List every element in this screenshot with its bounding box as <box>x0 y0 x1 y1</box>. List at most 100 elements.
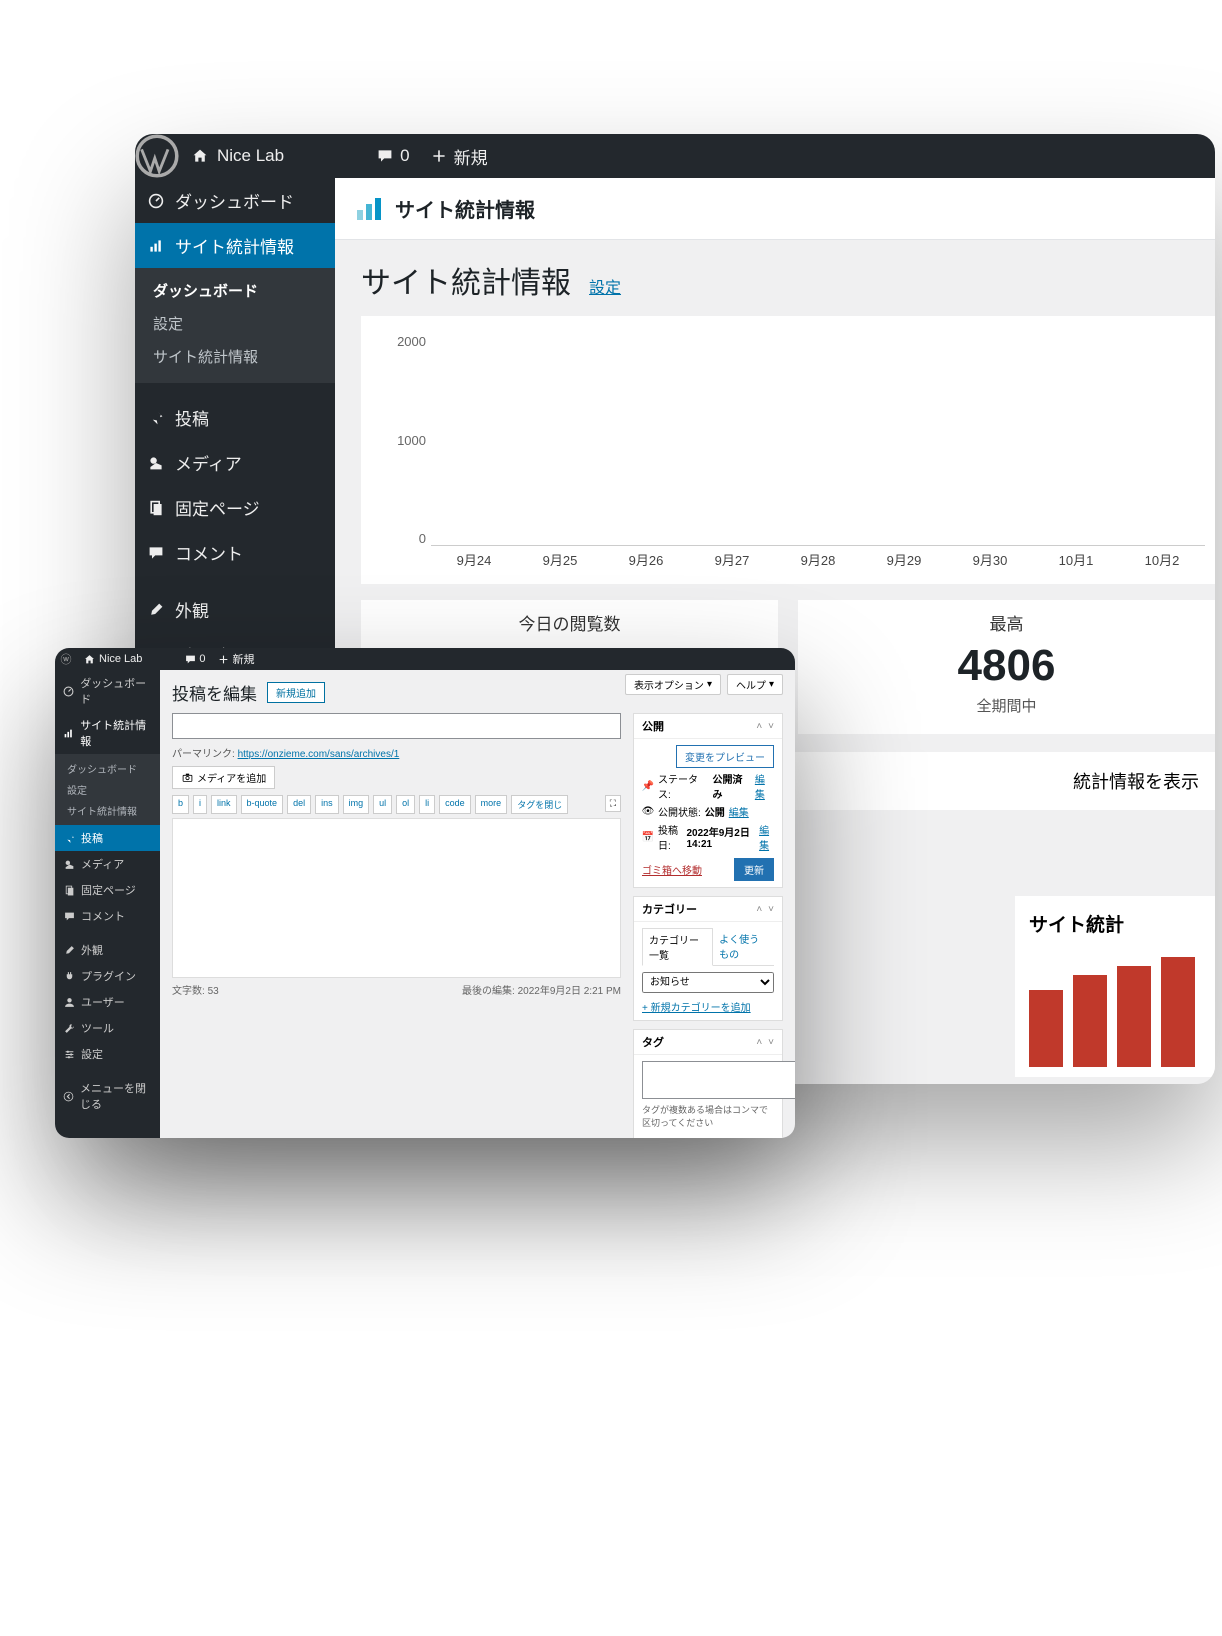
add-category-link[interactable]: + 新規カテゴリーを追加 <box>642 1003 751 1014</box>
toolbar-button-img[interactable]: img <box>343 795 370 814</box>
plus-icon <box>218 653 230 665</box>
site-home-link[interactable]: Nice Lab <box>77 653 148 665</box>
mini-chart-bar[interactable] <box>1073 975 1107 1067</box>
chevron-down-icon[interactable]: ˅ <box>768 721 774 732</box>
tab-all-categories[interactable]: カテゴリー一覧 <box>642 928 713 966</box>
sidebar-item-dashboard[interactable]: ダッシュボード <box>55 670 160 712</box>
add-new-button[interactable]: 新規追加 <box>267 682 325 703</box>
tag-input[interactable] <box>642 1061 795 1099</box>
submenu-settings[interactable]: 設定 <box>55 779 160 800</box>
sidebar-item-dashboard[interactable]: ダッシュボード <box>135 178 335 223</box>
sidebar-item-comments[interactable]: コメント <box>135 530 335 575</box>
categories-box: カテゴリー˄˅ カテゴリー一覧 よく使うもの お知らせ + 新規カテゴリーを追加 <box>633 896 783 1021</box>
status-row: 📌ステータス: 公開済み 編集 <box>642 771 774 801</box>
sidebar-item-pages[interactable]: 固定ページ <box>135 485 335 530</box>
fullscreen-toggle[interactable]: ⛶ <box>605 795 621 812</box>
views-bar-chart: 200010000 9月249月259月269月279月289月299月3010… <box>431 334 1205 574</box>
site-home-link[interactable]: Nice Lab <box>179 146 296 166</box>
submenu-settings[interactable]: 設定 <box>135 307 335 340</box>
sidebar-item-media[interactable]: メディア <box>135 440 335 485</box>
toolbar-button-b[interactable]: b <box>172 795 189 814</box>
sidebar-item-plugins[interactable]: プラグイン <box>55 963 160 989</box>
key-icon: 📌 <box>642 780 654 792</box>
sidebar-item-pages[interactable]: 固定ページ <box>55 877 160 903</box>
move-to-trash-link[interactable]: ゴミ箱へ移動 <box>642 862 702 877</box>
sidebar-item-comments[interactable]: コメント <box>55 903 160 929</box>
sidebar-item-posts[interactable]: 投稿 <box>135 395 335 440</box>
side-chart-title: サイト統計 <box>1029 910 1205 937</box>
wordpress-logo-icon[interactable] <box>135 134 179 178</box>
sidebar-item-posts[interactable]: 投稿 <box>55 825 160 851</box>
user-icon <box>63 996 75 1008</box>
sidebar-item-appearance[interactable]: 外観 <box>55 937 160 963</box>
toolbar-button-タグを閉じ[interactable]: タグを閉じ <box>511 795 568 814</box>
chevron-up-icon[interactable]: ˄ <box>756 1037 762 1048</box>
toolbar-button-more[interactable]: more <box>475 795 508 814</box>
sidebar-item-stats[interactable]: サイト統計情報 <box>135 223 335 268</box>
submenu-stats[interactable]: サイト統計情報 <box>55 800 160 821</box>
chevron-down-icon: ▾ <box>769 679 774 690</box>
wordpress-logo-icon[interactable]: ⓦ <box>55 651 77 667</box>
brush-icon <box>147 601 165 619</box>
tab-most-used[interactable]: よく使うもの <box>713 928 774 965</box>
sidebar-item-stats[interactable]: サイト統計情報 <box>55 712 160 754</box>
preview-button[interactable]: 変更をプレビュー <box>676 745 774 768</box>
sidebar-item-users[interactable]: ユーザー <box>55 989 160 1015</box>
toolbar-button-ul[interactable]: ul <box>373 795 392 814</box>
sidebar-collapse[interactable]: メニューを閉じる <box>55 1075 160 1117</box>
toolbar-button-link[interactable]: link <box>211 795 237 814</box>
x-tick-label: 9月28 <box>775 550 861 574</box>
toolbar-button-li[interactable]: li <box>419 795 435 814</box>
toolbar-button-code[interactable]: code <box>439 795 471 814</box>
pages-icon <box>63 884 75 896</box>
chevron-down-icon[interactable]: ˅ <box>768 1037 774 1048</box>
category-select[interactable]: お知らせ <box>642 972 774 993</box>
mini-chart-bar[interactable] <box>1161 957 1195 1067</box>
post-title-input[interactable] <box>172 713 621 739</box>
toolbar-button-ol[interactable]: ol <box>396 795 415 814</box>
sidebar-item-tools[interactable]: ツール <box>55 1015 160 1041</box>
sidebar-item-settings[interactable]: 設定 <box>55 1041 160 1067</box>
post-content-editor[interactable] <box>172 818 621 978</box>
sidebar-item-media[interactable]: メディア <box>55 851 160 877</box>
screen-meta-tabs: 表示オプション ▾ ヘルプ ▾ <box>625 674 783 695</box>
category-tabs: カテゴリー一覧 よく使うもの <box>642 928 774 966</box>
publish-box: 公開˄˅ 変更をプレビュー 📌ステータス: 公開済み 編集 👁公開状態: 公開 … <box>633 713 783 888</box>
x-tick-label: 10月1 <box>1033 550 1119 574</box>
help-tab[interactable]: ヘルプ ▾ <box>727 674 783 695</box>
toolbar-button-ins[interactable]: ins <box>315 795 339 814</box>
sliders-icon <box>63 1048 75 1060</box>
chevron-up-icon[interactable]: ˄ <box>756 721 762 732</box>
chevron-down-icon[interactable]: ˅ <box>768 904 774 915</box>
comment-icon <box>147 544 165 562</box>
chevron-up-icon[interactable]: ˄ <box>756 904 762 915</box>
calendar-icon: 📅 <box>642 831 654 843</box>
comments-count[interactable]: 0 <box>366 146 419 166</box>
screen-options-tab[interactable]: 表示オプション ▾ <box>625 674 721 695</box>
page-title-row: サイト統計情報 設定 <box>335 258 1215 316</box>
permalink-url[interactable]: https://onzieme.com/sans/archives/1 <box>238 749 400 760</box>
admin-topbar: ⓦ Nice Lab 0 新規 <box>55 648 795 670</box>
comments-count[interactable]: 0 <box>178 653 211 665</box>
edit-date-link[interactable]: 編集 <box>759 822 774 852</box>
mini-chart-bar[interactable] <box>1029 990 1063 1067</box>
settings-link[interactable]: 設定 <box>589 274 621 298</box>
submenu-stats[interactable]: サイト統計情報 <box>135 340 335 373</box>
submenu-dashboard[interactable]: ダッシュボード <box>135 274 335 307</box>
admin-sidebar: ダッシュボード サイト統計情報 ダッシュボード 設定 サイト統計情報 投稿 メデ… <box>55 670 160 1138</box>
add-media-button[interactable]: メディアを追加 <box>172 766 275 789</box>
new-content-button[interactable]: 新規 <box>420 144 498 169</box>
sidebar-item-appearance[interactable]: 外観 <box>135 587 335 632</box>
toolbar-button-i[interactable]: i <box>193 795 207 814</box>
visibility-row: 👁公開状態: 公開 編集 <box>642 804 774 819</box>
edit-status-link[interactable]: 編集 <box>755 771 774 801</box>
toolbar-button-b-quote[interactable]: b-quote <box>241 795 284 814</box>
editor-right-column: 公開˄˅ 変更をプレビュー 📌ステータス: 公開済み 編集 👁公開状態: 公開 … <box>633 713 783 1138</box>
submenu-dashboard[interactable]: ダッシュボード <box>55 758 160 779</box>
mini-chart-bar[interactable] <box>1117 966 1151 1067</box>
edit-visibility-link[interactable]: 編集 <box>729 804 749 819</box>
new-content-button[interactable]: 新規 <box>212 651 261 667</box>
site-name: Nice Lab <box>217 146 284 166</box>
update-button[interactable]: 更新 <box>734 858 774 881</box>
toolbar-button-del[interactable]: del <box>287 795 311 814</box>
